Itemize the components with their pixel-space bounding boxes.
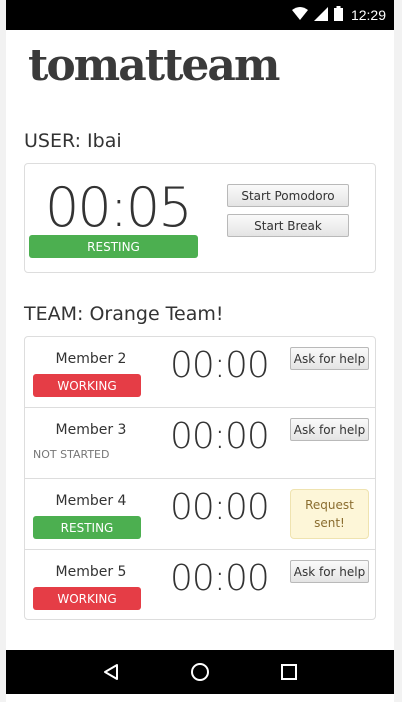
list-item: Member 5 WORKING 00:00 Ask for help <box>25 550 375 621</box>
back-icon[interactable] <box>91 652 131 692</box>
member-timer: 00:00 <box>170 558 270 599</box>
ask-for-help-button[interactable]: Ask for help <box>290 347 369 370</box>
wifi-icon <box>291 6 308 25</box>
start-break-button[interactable]: Start Break <box>227 214 349 237</box>
list-item: Member 4 RESTING 00:00 Request sent! <box>25 479 375 550</box>
ask-for-help-button[interactable]: Ask for help <box>290 560 369 583</box>
member-name: Member 4 <box>55 493 127 509</box>
signal-icon <box>313 6 328 25</box>
list-item: Member 3 NOT STARTED 00:00 Ask for help <box>25 408 375 479</box>
member-timer: 00:00 <box>170 487 270 528</box>
member-name: Member 2 <box>55 351 127 367</box>
team-title: TEAM: Orange Team! <box>24 303 224 325</box>
member-name: Member 5 <box>55 564 127 580</box>
member-status-text: NOT STARTED <box>33 448 110 461</box>
user-timer: 00:05 <box>45 176 193 239</box>
list-item: Member 2 WORKING 00:00 Ask for help <box>25 337 375 408</box>
member-status-badge: RESTING <box>33 516 141 539</box>
home-icon[interactable] <box>180 652 220 692</box>
user-title: USER: Ibai <box>24 130 122 152</box>
app-screen: 12:29 tomatteam USER: Ibai 00:05 RESTING… <box>6 0 394 702</box>
navigation-bar <box>6 650 394 694</box>
user-card: 00:05 RESTING Start Pomodoro Start Break <box>24 163 376 273</box>
member-timer: 00:00 <box>170 345 270 386</box>
member-name: Member 3 <box>55 422 127 438</box>
battery-icon <box>333 5 343 25</box>
status-bar: 12:29 <box>6 0 394 30</box>
recents-icon[interactable] <box>269 652 309 692</box>
ask-for-help-button[interactable]: Ask for help <box>290 418 369 441</box>
request-sent-text: Request sent! <box>305 498 354 530</box>
team-list: Member 2 WORKING 00:00 Ask for help Memb… <box>24 336 376 620</box>
user-status-badge: RESTING <box>29 235 198 258</box>
clock: 12:29 <box>350 7 386 23</box>
request-sent-label: Request sent! <box>290 489 369 539</box>
member-status-badge: WORKING <box>33 587 141 610</box>
app-logo: tomatteam <box>28 40 280 91</box>
member-timer: 00:00 <box>170 416 270 457</box>
member-status-badge: WORKING <box>33 374 141 397</box>
start-pomodoro-button[interactable]: Start Pomodoro <box>227 184 349 207</box>
